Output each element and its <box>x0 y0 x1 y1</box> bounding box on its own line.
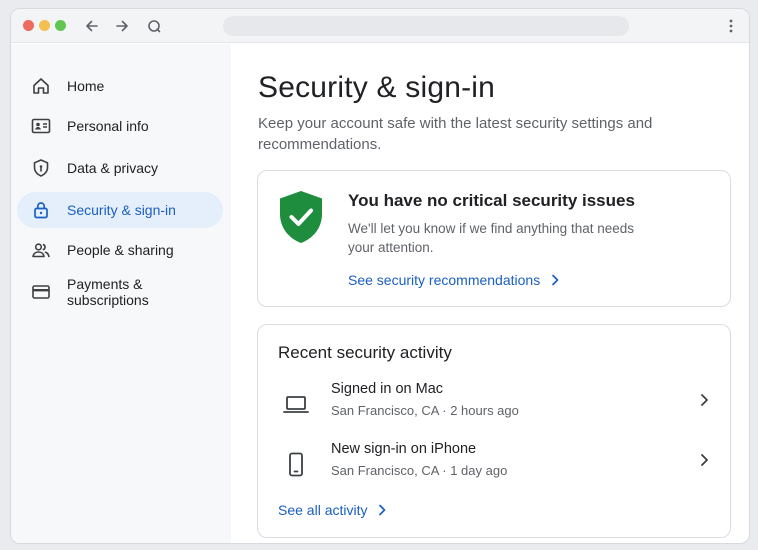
title-bar <box>11 9 749 43</box>
sidebar-item-label: Data & privacy <box>67 160 159 176</box>
chevron-right-icon <box>379 504 386 516</box>
more-options-icon[interactable] <box>723 16 739 36</box>
address-bar[interactable] <box>223 16 629 36</box>
page-subtitle: Keep your account safe with the latest s… <box>258 115 653 153</box>
chevron-right-icon <box>701 394 708 406</box>
activity-item-title: New sign-in on iPhone <box>331 441 477 457</box>
activity-item-detail: San Francisco, CA · 2 hours ago <box>331 403 519 418</box>
shield-outline-icon <box>31 158 51 178</box>
home-icon <box>31 76 51 96</box>
sidebar-item-label: Home <box>67 78 105 94</box>
sidebar-item-label: People & sharing <box>67 242 174 258</box>
phone-icon <box>282 451 310 479</box>
chevron-right-icon <box>552 274 559 286</box>
browser-window: Home Personal info Data & privacy Securi… <box>10 8 750 544</box>
close-window-button[interactable] <box>23 20 34 31</box>
sidebar-item-security[interactable]: Security & sign-in <box>17 192 223 228</box>
activity-title: Recent security activity <box>278 343 452 362</box>
lock-icon <box>31 200 51 220</box>
recent-activity-card: Recent security activity Signed in on Ma… <box>257 324 731 538</box>
activity-item-mac[interactable]: Signed in on Mac San Francisco, CA · 2 h… <box>258 379 732 433</box>
sidebar-item-home[interactable]: Home <box>17 68 223 104</box>
back-icon[interactable] <box>82 16 102 36</box>
forward-icon[interactable] <box>112 16 132 36</box>
see-recommendations-link[interactable]: See security recommendations <box>348 272 560 288</box>
link-label: See all activity <box>278 502 368 518</box>
activity-item-iphone[interactable]: New sign-in on iPhone San Francisco, CA … <box>258 439 732 493</box>
sidebar-item-data-privacy[interactable]: Data & privacy <box>17 150 223 186</box>
activity-item-title: Signed in on Mac <box>331 381 444 397</box>
maximize-window-button[interactable] <box>55 20 66 31</box>
page-title: Security & sign-in <box>258 71 496 104</box>
id-card-icon <box>31 116 51 136</box>
reload-icon[interactable] <box>144 16 164 36</box>
status-title: You have no critical security issues <box>348 191 635 210</box>
chevron-right-icon <box>701 454 708 466</box>
sidebar-item-people-sharing[interactable]: People & sharing <box>17 232 223 268</box>
status-text: We'll let you know if we find anything t… <box>348 221 634 255</box>
see-all-activity-link[interactable]: See all activity <box>278 502 387 518</box>
people-icon <box>31 240 51 260</box>
main-content: Security & sign-in Keep your account saf… <box>231 44 749 543</box>
sidebar: Home Personal info Data & privacy Securi… <box>11 44 231 543</box>
activity-item-detail: San Francisco, CA · 1 day ago <box>331 463 508 478</box>
link-label: See security recommendations <box>348 272 541 288</box>
sidebar-item-label: Security & sign-in <box>67 202 176 218</box>
credit-card-icon <box>31 282 51 302</box>
sidebar-item-personal-info[interactable]: Personal info <box>17 108 223 144</box>
sidebar-item-label: Payments & subscriptions <box>67 276 149 308</box>
laptop-icon <box>282 391 310 419</box>
sidebar-item-label: Personal info <box>67 118 149 134</box>
shield-check-icon <box>278 189 324 245</box>
sidebar-item-payments[interactable]: Payments & subscriptions <box>17 274 223 310</box>
security-status-card: You have no critical security issues We'… <box>257 170 731 307</box>
minimize-window-button[interactable] <box>39 20 50 31</box>
